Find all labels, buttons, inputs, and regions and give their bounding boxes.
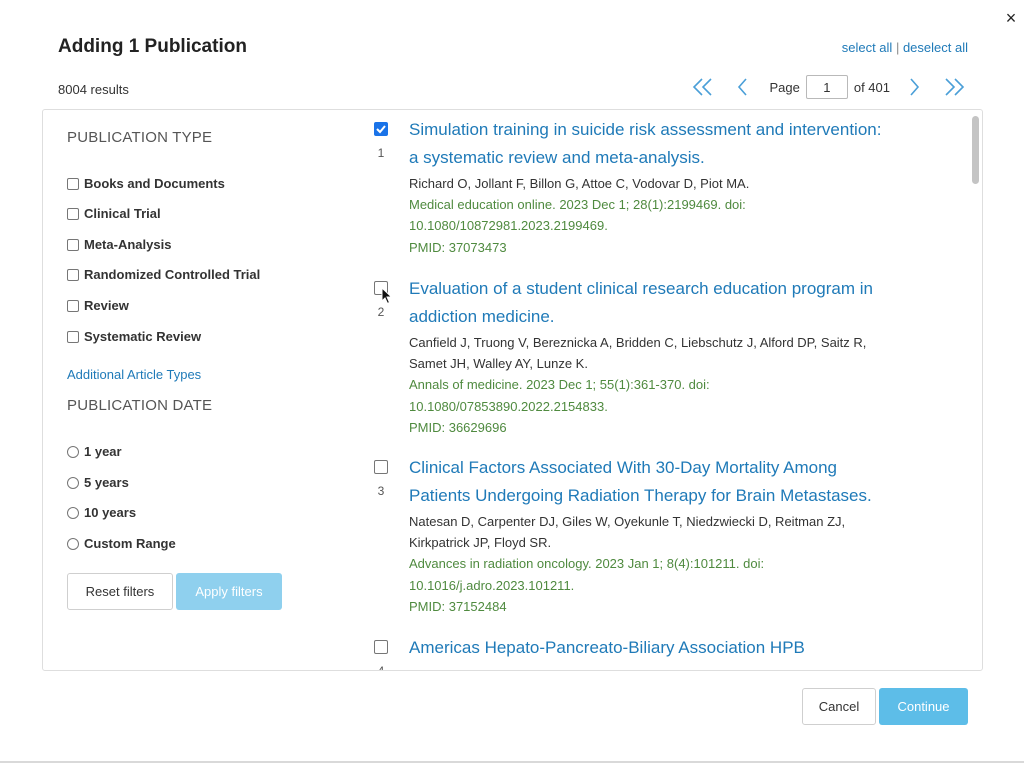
publication-type-title: PUBLICATION TYPE — [67, 129, 213, 146]
filter-label: Meta-Analysis — [84, 237, 172, 252]
close-icon[interactable]: × — [1002, 8, 1020, 28]
checkbox[interactable] — [67, 207, 79, 220]
cancel-button[interactable]: Cancel — [802, 688, 876, 725]
result-pmid: PMID: 37073473 — [409, 240, 507, 255]
mouse-pointer-icon — [381, 287, 393, 305]
date-option-1-year[interactable]: 1 year — [67, 444, 122, 459]
result-authors: Richard O, Jollant F, Billon G, Attoe C,… — [409, 176, 750, 191]
selection-links: select all | deselect all — [842, 40, 968, 55]
checkbox[interactable] — [67, 299, 79, 312]
date-option-5-years[interactable]: 5 years — [67, 475, 129, 490]
result-citation: Medical education online. 2023 Dec 1; 28… — [409, 197, 746, 212]
result-checkbox[interactable] — [374, 122, 388, 136]
checkbox[interactable] — [67, 268, 79, 281]
radio-button[interactable] — [67, 445, 79, 458]
chevron-left-icon[interactable] — [729, 74, 757, 100]
date-option-label: 5 years — [84, 475, 129, 490]
result-doi: 10.1080/07853890.2022.2154833. — [409, 399, 608, 414]
result-checkbox[interactable] — [374, 640, 388, 654]
checkbox[interactable] — [67, 177, 79, 190]
page-label: Page — [769, 79, 800, 95]
results-scrollbar[interactable] — [972, 112, 979, 668]
date-option-label: 10 years — [84, 505, 137, 520]
deselect-all-link[interactable]: deselect all — [903, 40, 968, 55]
pagination: Page of 401 — [689, 74, 968, 100]
filter-meta-analysis[interactable]: Meta-Analysis — [67, 237, 171, 252]
result-authors: Natesan D, Carpenter DJ, Giles W, Oyekun… — [409, 514, 846, 529]
result-number: 2 — [377, 305, 385, 319]
result-title-link[interactable]: Simulation training in suicide risk asse… — [409, 116, 949, 172]
title-line: Americas Hepato-Pancreato-Biliary Associ… — [409, 638, 805, 657]
result-number: 1 — [377, 146, 385, 160]
checkbox-checked — [374, 122, 388, 136]
title-line: Clinical Factors Associated With 30-Day … — [409, 458, 837, 477]
scrollbar-thumb[interactable] — [972, 116, 979, 184]
filter-label: Randomized Controlled Trial — [84, 267, 261, 282]
continue-button[interactable]: Continue — [879, 688, 968, 725]
date-option-label: Custom Range — [84, 536, 176, 551]
content-panel: PUBLICATION TYPE Books and Documents Cli… — [42, 109, 983, 671]
filter-label: Clinical Trial — [84, 206, 161, 221]
checkbox-unchecked — [374, 640, 388, 654]
reset-filters-button[interactable]: Reset filters — [67, 573, 173, 610]
results-count: 8004 results — [58, 82, 129, 97]
result-authors: Kirkpatrick JP, Floyd SR. — [409, 535, 552, 550]
filter-randomized-controlled-trial[interactable]: Randomized Controlled Trial — [67, 267, 260, 282]
result-doi: 10.1080/10872981.2023.2199469. — [409, 218, 608, 233]
page-total-label: of 401 — [853, 79, 890, 95]
chevron-right-icon[interactable] — [900, 74, 928, 100]
page-number-input[interactable] — [805, 75, 848, 99]
filter-books-and-documents[interactable]: Books and Documents — [67, 176, 225, 191]
double-chevron-right-icon[interactable] — [940, 74, 968, 100]
selection-separator: | — [895, 40, 900, 55]
result-pmid: PMID: 36629696 — [409, 420, 507, 435]
result-title-link[interactable]: Americas Hepato-Pancreato-Biliary Associ… — [409, 634, 949, 662]
publication-date-title: PUBLICATION DATE — [67, 397, 213, 414]
double-chevron-left-icon[interactable] — [689, 74, 717, 100]
result-number: 4 — [377, 664, 385, 671]
filter-clinical-trial[interactable]: Clinical Trial — [67, 206, 161, 221]
date-option-label: 1 year — [84, 444, 122, 459]
checkbox[interactable] — [67, 330, 79, 343]
result-title-link[interactable]: Evaluation of a student clinical researc… — [409, 275, 949, 331]
filter-label: Books and Documents — [84, 176, 225, 191]
select-all-link[interactable]: select all — [842, 40, 893, 55]
filter-label: Systematic Review — [84, 329, 202, 344]
title-line: addiction medicine. — [409, 307, 555, 326]
result-number: 3 — [377, 484, 385, 498]
radio-button[interactable] — [67, 537, 79, 550]
title-line: a systematic review and meta-analysis. — [409, 148, 705, 167]
date-option-custom-range[interactable]: Custom Range — [67, 536, 176, 551]
result-citation: Annals of medicine. 2023 Dec 1; 55(1):36… — [409, 377, 710, 392]
apply-filters-button[interactable]: Apply filters — [176, 573, 282, 610]
checkbox[interactable] — [67, 238, 79, 251]
dialog-title: Adding 1 Publication — [58, 36, 247, 57]
result-checkbox[interactable] — [374, 460, 388, 474]
date-option-10-years[interactable]: 10 years — [67, 505, 136, 520]
filter-label: Review — [84, 298, 129, 313]
result-doi: 10.1016/j.adro.2023.101211. — [409, 578, 575, 593]
radio-button[interactable] — [67, 506, 79, 519]
additional-article-types-link[interactable]: Additional Article Types — [67, 367, 201, 382]
result-authors: Samet JH, Walley AY, Lunze K. — [409, 356, 588, 371]
radio-button[interactable] — [67, 476, 79, 489]
title-line: Simulation training in suicide risk asse… — [409, 120, 882, 139]
title-line: Evaluation of a student clinical researc… — [409, 279, 873, 298]
result-pmid: PMID: 37152484 — [409, 599, 507, 614]
title-line: Patients Undergoing Radiation Therapy fo… — [409, 486, 872, 505]
filter-systematic-review[interactable]: Systematic Review — [67, 329, 201, 344]
filter-review[interactable]: Review — [67, 298, 129, 313]
result-authors: Canfield J, Truong V, Bereznicka A, Brid… — [409, 335, 867, 350]
result-title-link[interactable]: Clinical Factors Associated With 30-Day … — [409, 454, 949, 510]
results-list: 1 Simulation training in suicide risk as… — [368, 110, 958, 671]
result-citation: Advances in radiation oncology. 2023 Jan… — [409, 556, 765, 571]
checkbox-unchecked — [374, 460, 388, 474]
